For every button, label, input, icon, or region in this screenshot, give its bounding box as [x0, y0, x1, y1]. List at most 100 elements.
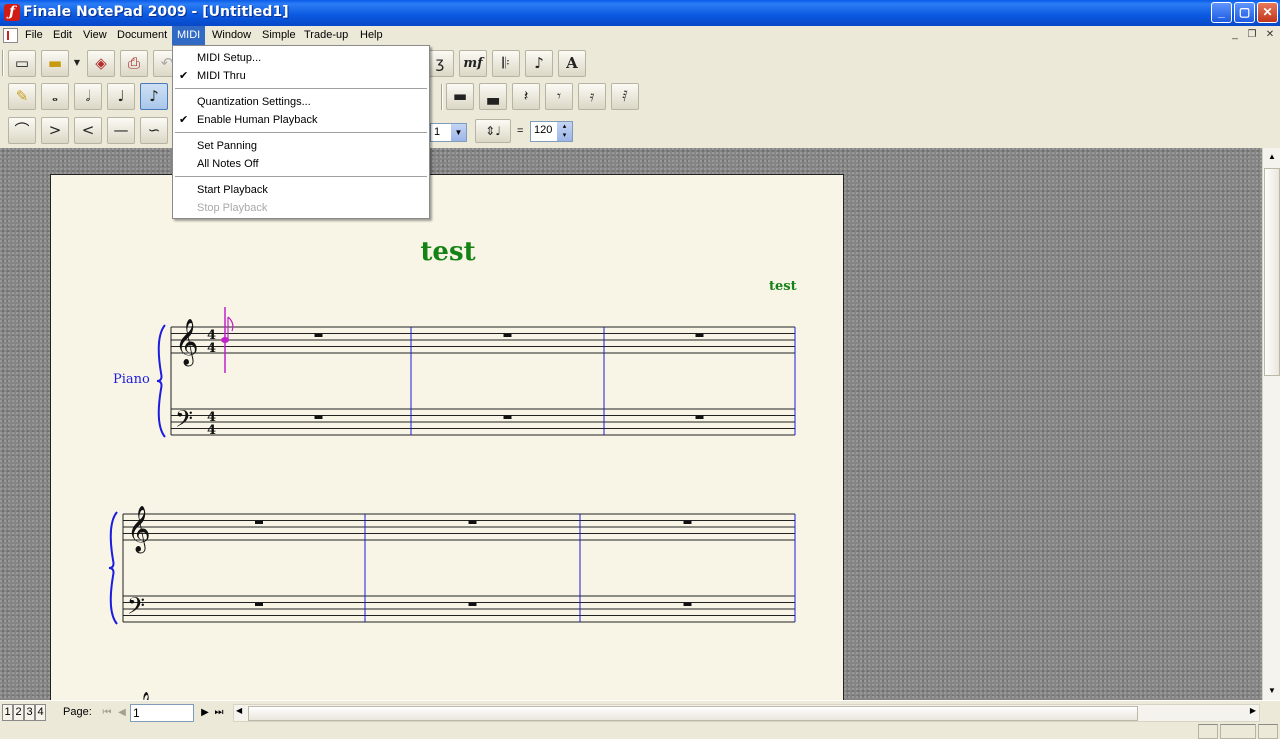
page-tab-3[interactable]: 3: [24, 704, 35, 721]
text-tool-button[interactable]: A: [558, 50, 586, 77]
system-1-time-signature-denominator: 4: [207, 423, 216, 438]
close-button[interactable]: ✕: [1257, 2, 1278, 23]
line-button[interactable]: —: [107, 117, 135, 144]
toolbar-separator: [441, 84, 443, 110]
horizontal-scrollbar[interactable]: ◀ ▶: [233, 704, 1260, 722]
midi-dropdown-menu: MIDI Setup... ✔ MIDI Thru Quantization Se…: [172, 45, 430, 219]
eighth-note-button[interactable]: ♪: [140, 83, 168, 110]
finale-app-icon[interactable]: ƒ: [4, 4, 20, 21]
eraser-icon: ✎: [15, 87, 29, 105]
sixteenth-rest-button[interactable]: 𝄿: [578, 83, 606, 110]
eraser-button[interactable]: ✎: [8, 83, 36, 110]
page-number-input[interactable]: 1: [130, 704, 194, 722]
notation-canvas[interactable]: 𝄞𝄢4444𝄞𝄢𝄞: [51, 175, 845, 700]
open-dropdown-button[interactable]: ▼: [70, 50, 84, 77]
menu-item-enable-human-playback[interactable]: ✔ Enable Human Playback: [173, 111, 429, 129]
menu-midi[interactable]: MIDI: [172, 26, 206, 45]
system-2-whole-rest: [683, 520, 692, 524]
menu-item-quantization-settings[interactable]: Quantization Settings...: [173, 93, 429, 111]
previous-page-icon[interactable]: ◀: [115, 704, 129, 721]
last-page-icon[interactable]: ⏭: [212, 704, 226, 721]
thirtysecond-rest-button[interactable]: 𝅀: [611, 83, 639, 110]
menu-item-start-playback[interactable]: Start Playback: [173, 181, 429, 199]
system-2-whole-rest: [468, 520, 477, 524]
status-panel: [1220, 724, 1256, 739]
whole-note-icon: 𝅝: [52, 87, 58, 105]
horizontal-scroll-thumb[interactable]: [248, 706, 1138, 721]
page-tab-1[interactable]: 1: [2, 704, 13, 721]
eighth-rest-button[interactable]: 𝄾: [545, 83, 573, 110]
document-icon[interactable]: [3, 28, 18, 43]
new-document-button[interactable]: ▭: [8, 50, 36, 77]
half-note-button[interactable]: 𝅗𝅥: [74, 83, 102, 110]
text-icon: A: [566, 54, 578, 72]
expression-tool-button[interactable]: mf: [459, 50, 487, 77]
scroll-up-icon[interactable]: ▲: [1264, 149, 1280, 165]
menu-trade-up[interactable]: Trade-up: [299, 26, 353, 45]
whole-rest-button[interactable]: ▬: [446, 83, 474, 110]
next-page-icon[interactable]: ▶: [198, 704, 212, 721]
lyrics-tool-button[interactable]: ♪: [525, 50, 553, 77]
quarter-note-button[interactable]: ♩: [107, 83, 135, 110]
print-button[interactable]: ⎙: [120, 50, 148, 77]
crescendo-button[interactable]: <: [74, 117, 102, 144]
menu-item-midi-thru[interactable]: ✔ MIDI Thru: [173, 67, 429, 85]
maximize-button[interactable]: ▢: [1234, 2, 1255, 23]
quarter-rest-button[interactable]: 𝄽: [512, 83, 540, 110]
system-3-treble-clef: 𝄞: [135, 692, 153, 700]
mdi-close-icon[interactable]: ✕: [1263, 29, 1277, 42]
scroll-right-icon[interactable]: ▶: [1250, 706, 1256, 715]
tempo-note-button[interactable]: ⇕♩: [475, 119, 511, 143]
menu-item-label: Stop Playback: [197, 202, 268, 214]
menu-item-label: Set Panning: [197, 140, 257, 152]
save-button[interactable]: ◈: [87, 50, 115, 77]
open-button[interactable]: ▬: [41, 50, 69, 77]
system-2-whole-rest: [255, 520, 263, 524]
scroll-left-icon[interactable]: ◀: [236, 706, 242, 715]
menu-item-set-panning[interactable]: Set Panning: [173, 137, 429, 155]
half-rest-button[interactable]: ▃: [479, 83, 507, 110]
menu-item-label: Start Playback: [197, 184, 268, 196]
cursor-note-flag: [227, 316, 234, 332]
tuplet-tool-button[interactable]: ʒ: [426, 50, 454, 77]
minimize-button[interactable]: _: [1211, 2, 1232, 23]
menu-help[interactable]: Help: [355, 26, 388, 45]
mdi-minimize-icon[interactable]: _: [1228, 29, 1242, 42]
tempo-input[interactable]: 120 ▴ ▾: [530, 121, 573, 142]
menu-item-midi-setup[interactable]: MIDI Setup...: [173, 49, 429, 67]
page-label: Page:: [63, 706, 92, 718]
menu-window[interactable]: Window: [207, 26, 256, 45]
menu-view[interactable]: View: [78, 26, 112, 45]
score-workspace[interactable]: test test Piano 𝄞𝄢4444𝄞𝄢𝄞: [0, 148, 1262, 700]
menu-file[interactable]: File: [20, 26, 48, 45]
system-1-bass-clef: 𝄢: [175, 405, 193, 438]
checkmark-icon: ✔: [179, 114, 189, 126]
vertical-scroll-thumb[interactable]: [1264, 168, 1280, 376]
measure-select[interactable]: 1 ▼: [430, 123, 467, 142]
repeat-tool-button[interactable]: 𝄆: [492, 50, 520, 77]
system-1-whole-rest: [503, 415, 512, 419]
new-document-icon: ▭: [14, 54, 30, 72]
tempo-spinner-icon[interactable]: ▴ ▾: [557, 122, 572, 141]
toolbar-grip: [2, 50, 4, 76]
system-2-whole-rest: [468, 602, 477, 606]
page-tab-4[interactable]: 4: [35, 704, 46, 721]
score-page[interactable]: test test Piano 𝄞𝄢4444𝄞𝄢𝄞: [50, 174, 844, 700]
bend-line-button[interactable]: ∽: [140, 117, 168, 144]
menu-edit[interactable]: Edit: [48, 26, 77, 45]
vertical-scrollbar[interactable]: ▲ ▼: [1262, 148, 1280, 700]
chevron-down-icon[interactable]: ▼: [451, 124, 466, 141]
mdi-restore-icon[interactable]: ❐: [1245, 29, 1259, 42]
menu-simple[interactable]: Simple: [257, 26, 301, 45]
system-1-treble-clef: 𝄞: [175, 319, 199, 367]
decrescendo-button[interactable]: >: [41, 117, 69, 144]
measure-select-value: 1: [434, 126, 441, 138]
slur-button[interactable]: ⌒: [8, 117, 36, 144]
menu-item-all-notes-off[interactable]: All Notes Off: [173, 155, 429, 173]
scroll-down-icon[interactable]: ▼: [1264, 683, 1280, 699]
first-page-icon[interactable]: ⏮: [100, 704, 114, 721]
page-tab-2[interactable]: 2: [13, 704, 24, 721]
menu-document[interactable]: Document: [112, 26, 172, 45]
whole-note-button[interactable]: 𝅝: [41, 83, 69, 110]
expression-icon: mf: [463, 56, 483, 71]
